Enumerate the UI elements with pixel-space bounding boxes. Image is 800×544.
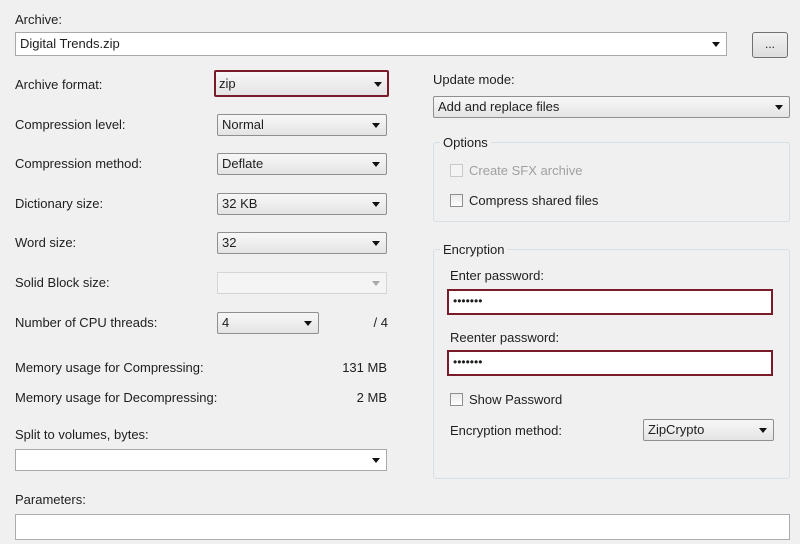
encryption-method-label: Encryption method: <box>450 423 563 438</box>
reenter-password-value: ••••••• <box>453 355 483 369</box>
cpu-threads-label: Number of CPU threads: <box>15 315 158 330</box>
solid-block-size-label: Solid Block size: <box>15 275 110 290</box>
compression-method-value: Deflate <box>222 156 264 171</box>
chevron-down-icon <box>372 162 380 167</box>
memory-compress-label: Memory usage for Compressing: <box>15 360 204 375</box>
memory-decompress-value: 2 MB <box>356 390 387 405</box>
update-mode-select[interactable]: Add and replace files <box>433 96 790 118</box>
enter-password-value: ••••••• <box>453 294 483 308</box>
chevron-down-icon <box>712 42 720 47</box>
compression-method-select[interactable]: Deflate <box>217 153 387 175</box>
show-password-label[interactable]: Show Password <box>469 392 562 408</box>
dictionary-size-value: 32 KB <box>222 196 258 211</box>
chevron-down-icon <box>759 428 767 433</box>
browse-button[interactable]: ... <box>752 32 788 58</box>
chevron-down-icon <box>372 281 380 286</box>
show-password-checkbox[interactable] <box>450 393 463 406</box>
compression-method-label: Compression method: <box>15 156 143 171</box>
enter-password-label: Enter password: <box>450 268 544 283</box>
update-mode-label: Update mode: <box>433 72 515 87</box>
update-mode-value: Add and replace files <box>438 99 560 114</box>
word-size-label: Word size: <box>15 235 77 250</box>
cpu-threads-select[interactable]: 4 <box>217 312 319 334</box>
archive-format-value: zip <box>219 76 236 91</box>
options-group <box>433 142 790 222</box>
encryption-group-title: Encryption <box>440 242 508 258</box>
archive-format-select[interactable]: zip <box>214 70 389 97</box>
memory-decompress-label: Memory usage for Decompressing: <box>15 390 218 405</box>
encryption-method-value: ZipCrypto <box>648 422 705 437</box>
compression-level-label: Compression level: <box>15 117 126 132</box>
chevron-down-icon <box>372 241 380 246</box>
compression-level-value: Normal <box>222 117 264 132</box>
chevron-down-icon <box>372 123 380 128</box>
solid-block-size-select <box>217 272 387 294</box>
create-sfx-label: Create SFX archive <box>469 163 583 178</box>
create-sfx-checkbox <box>450 164 463 177</box>
encryption-method-select[interactable]: ZipCrypto <box>643 419 774 441</box>
parameters-input[interactable] <box>15 514 790 540</box>
cpu-threads-max: / 4 <box>373 315 388 330</box>
split-volumes-combo[interactable] <box>15 449 387 471</box>
archive-label: Archive: <box>15 12 62 27</box>
chevron-down-icon <box>372 202 380 207</box>
archive-format-label: Archive format: <box>15 77 103 92</box>
parameters-label: Parameters: <box>15 492 86 507</box>
compression-level-select[interactable]: Normal <box>217 114 387 136</box>
archive-path-value: Digital Trends.zip <box>20 36 120 51</box>
chevron-down-icon <box>304 321 312 326</box>
chevron-down-icon <box>374 82 382 87</box>
reenter-password-input[interactable]: ••••••• <box>447 350 773 376</box>
dictionary-size-select[interactable]: 32 KB <box>217 193 387 215</box>
reenter-password-label: Reenter password: <box>450 330 560 345</box>
word-size-value: 32 <box>222 235 237 250</box>
chevron-down-icon <box>775 105 783 110</box>
cpu-threads-value: 4 <box>222 315 230 330</box>
dictionary-size-label: Dictionary size: <box>15 196 104 211</box>
compress-shared-label[interactable]: Compress shared files <box>469 193 598 209</box>
compress-shared-checkbox[interactable] <box>450 194 463 207</box>
chevron-down-icon <box>372 458 380 463</box>
split-volumes-label: Split to volumes, bytes: <box>15 427 149 442</box>
archive-path-combo[interactable]: Digital Trends.zip <box>15 32 727 56</box>
memory-compress-value: 131 MB <box>342 360 387 375</box>
enter-password-input[interactable]: ••••••• <box>447 289 773 315</box>
word-size-select[interactable]: 32 <box>217 232 387 254</box>
options-group-title: Options <box>440 135 491 151</box>
